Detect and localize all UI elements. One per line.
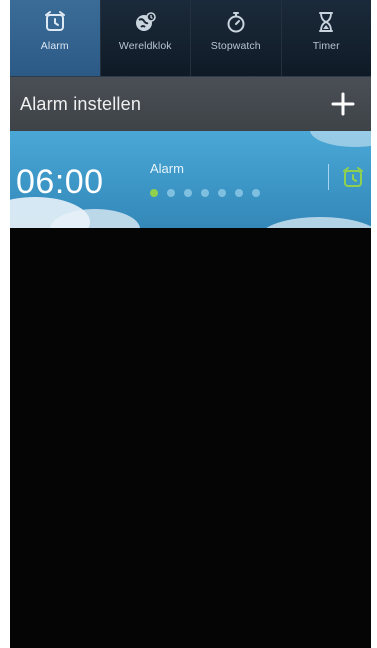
tab-label: Timer bbox=[312, 40, 340, 52]
cloud-decoration bbox=[260, 217, 371, 228]
clock-app-screen: Alarm Wereldklok Stopwatch Timer Alarm i… bbox=[10, 0, 371, 648]
page-title: Alarm instellen bbox=[20, 93, 142, 114]
alarm-label: Alarm bbox=[150, 161, 184, 176]
divider bbox=[328, 164, 329, 190]
stopwatch-icon bbox=[227, 12, 245, 33]
plus-icon bbox=[331, 92, 355, 116]
tab-bar: Alarm Wereldklok Stopwatch Timer bbox=[10, 0, 371, 77]
tab-label: Wereldklok bbox=[118, 40, 172, 52]
tab-wereldklok[interactable]: Wereldklok bbox=[101, 0, 191, 76]
alarm-time: 06:00 bbox=[16, 163, 104, 201]
alarm-days bbox=[150, 189, 269, 197]
tab-alarm[interactable]: Alarm bbox=[10, 0, 101, 76]
add-alarm-button[interactable] bbox=[329, 90, 357, 118]
day-indicator bbox=[201, 189, 209, 197]
tab-label: Alarm bbox=[40, 40, 69, 52]
tab-timer[interactable]: Timer bbox=[282, 0, 372, 76]
cloud-decoration bbox=[310, 131, 371, 147]
alarm-toggle-icon[interactable] bbox=[341, 166, 365, 190]
day-indicator bbox=[218, 189, 226, 197]
hourglass-icon bbox=[319, 12, 334, 32]
day-indicator bbox=[252, 189, 260, 197]
tab-stopwatch[interactable]: Stopwatch bbox=[191, 0, 282, 76]
globe-icon bbox=[136, 12, 157, 31]
alarm-header: Alarm instellen bbox=[10, 77, 371, 131]
alarm-clock-icon bbox=[44, 11, 65, 31]
day-indicator bbox=[184, 189, 192, 197]
day-indicator bbox=[167, 189, 175, 197]
day-indicator bbox=[150, 189, 158, 197]
day-indicator bbox=[235, 189, 243, 197]
alarm-list-item[interactable]: 06:00 Alarm bbox=[10, 131, 371, 228]
tab-label: Stopwatch bbox=[210, 40, 261, 52]
